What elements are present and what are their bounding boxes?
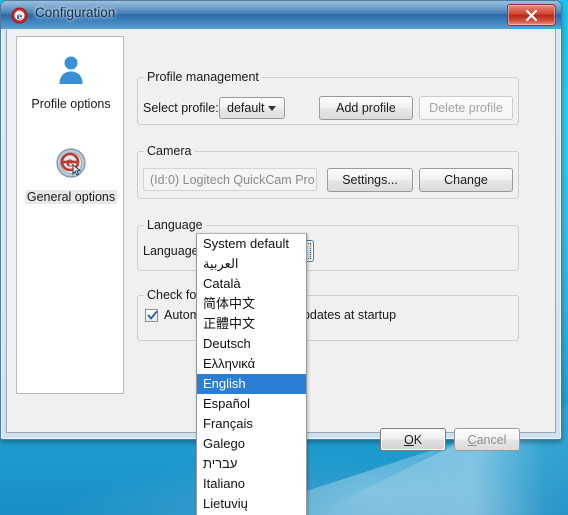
person-icon <box>17 49 125 91</box>
ecam-logo-icon: e <box>11 7 28 24</box>
camera-device-field: (Id:0) Logitech QuickCam Pro 9 <box>143 168 317 191</box>
sidebar-item-profile-options[interactable]: Profile options <box>17 49 125 113</box>
profile-combobox-value: default <box>227 101 265 115</box>
language-option[interactable]: Galego <box>197 434 306 454</box>
profile-combobox[interactable]: default <box>219 97 285 119</box>
language-option[interactable]: English <box>197 374 306 394</box>
auto-update-checkbox[interactable] <box>145 308 158 322</box>
select-profile-label: Select profile: <box>143 101 219 115</box>
language-option[interactable]: Lietuvių <box>197 494 306 514</box>
camera-change-button[interactable]: Change <box>419 168 513 192</box>
camera-group-title: Camera <box>144 144 195 158</box>
camera-device-value: (Id:0) Logitech QuickCam Pro 9 <box>150 172 317 187</box>
language-option[interactable]: العربية <box>197 254 306 274</box>
language-option[interactable]: Français <box>197 414 306 434</box>
delete-profile-button: Delete profile <box>419 96 513 120</box>
cancel-button[interactable]: Cancel <box>454 428 520 451</box>
profile-management-group-title: Profile management <box>144 70 262 84</box>
sidebar-item-profile-options-label: Profile options <box>31 97 111 111</box>
window-title: Configuration <box>35 5 116 20</box>
language-option[interactable]: Deutsch <box>197 334 306 354</box>
language-option[interactable]: Italiano <box>197 474 306 494</box>
language-dropdown-list[interactable]: System default العربية Català 简体中文 正體中文 Deuts… <box>196 233 307 515</box>
cancel-button-label: Cancel <box>468 433 507 447</box>
ok-button[interactable]: OK <box>380 428 446 451</box>
language-option[interactable]: Català <box>197 274 306 294</box>
language-option[interactable]: 简体中文 <box>197 294 306 314</box>
language-option[interactable]: Español <box>197 394 306 414</box>
close-button[interactable] <box>507 4 556 26</box>
language-field-label: Language: <box>143 244 203 258</box>
language-option[interactable]: עברית <box>197 454 306 474</box>
cancel-button-rest: ancel <box>476 432 507 447</box>
sidebar-item-general-options-label: General options <box>24 190 118 204</box>
options-sidebar: Profile options e General options <box>16 36 124 394</box>
delete-profile-button-label: Delete profile <box>429 101 503 115</box>
checkmark-icon <box>147 310 158 319</box>
language-option[interactable]: System default <box>197 234 306 254</box>
language-option[interactable]: Ελληνικά <box>197 354 306 374</box>
ok-button-rest: K <box>413 432 423 447</box>
add-profile-button[interactable]: Add profile <box>319 96 413 120</box>
add-profile-button-label: Add profile <box>336 101 396 115</box>
ok-button-accel: O <box>403 432 414 447</box>
camera-settings-button[interactable]: Settings... <box>327 168 413 192</box>
sidebar-item-general-options[interactable]: e General options <box>17 142 125 206</box>
language-option[interactable]: 正體中文 <box>197 314 306 334</box>
close-icon <box>508 5 555 25</box>
ecam-gear-logo-icon: e <box>17 142 125 184</box>
camera-settings-button-label: Settings... <box>342 173 398 187</box>
ok-button-label: OK <box>404 433 422 447</box>
svg-text:e: e <box>16 11 22 22</box>
title-bar[interactable]: e Configuration <box>1 1 561 29</box>
language-group-title: Language <box>144 218 206 232</box>
chevron-down-icon <box>268 106 276 111</box>
camera-change-button-label: Change <box>444 173 488 187</box>
cancel-button-accel: C <box>467 432 477 447</box>
